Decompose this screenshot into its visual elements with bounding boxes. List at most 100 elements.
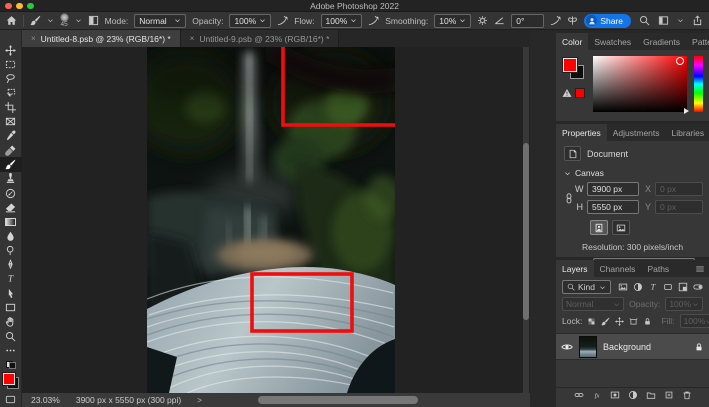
smoothing-input[interactable]: 10% xyxy=(434,14,471,28)
document-properties-row[interactable]: Document xyxy=(564,146,701,161)
tab-swatches[interactable]: Swatches xyxy=(588,33,637,50)
pressure-size-icon[interactable] xyxy=(550,15,561,26)
marquee-tool[interactable] xyxy=(0,57,22,71)
edit-toolbar-button[interactable] xyxy=(0,343,22,357)
brush-angle-input[interactable]: 0° xyxy=(511,14,544,28)
brush-settings-panel-toggle-icon[interactable] xyxy=(88,15,99,26)
filter-pixel-icon[interactable] xyxy=(618,282,628,292)
layer-visibility-eye-icon[interactable] xyxy=(561,341,573,353)
pressure-opacity-icon[interactable] xyxy=(277,15,288,26)
layer-name[interactable]: Background xyxy=(603,342,688,352)
pen-tool[interactable] xyxy=(0,257,22,271)
share-button[interactable]: Share xyxy=(584,14,631,28)
close-tab-icon[interactable]: × xyxy=(190,34,195,43)
object-selection-tool[interactable] xyxy=(0,86,22,100)
search-icon[interactable] xyxy=(639,15,650,26)
canvas-viewport[interactable] xyxy=(22,47,530,393)
brush-tool[interactable] xyxy=(0,157,22,171)
tab-adjustments[interactable]: Adjustments xyxy=(607,124,666,141)
hand-tool[interactable] xyxy=(0,315,22,329)
document-tab-1[interactable]: ×Untitled-8.psb @ 23% (RGB/16*) * xyxy=(22,30,181,47)
lock-position-icon[interactable] xyxy=(615,317,624,326)
crop-tool[interactable] xyxy=(0,100,22,114)
lock-transparency-icon[interactable] xyxy=(587,317,596,326)
saturation-brightness-picker[interactable] xyxy=(593,56,687,112)
lock-artboard-icon[interactable] xyxy=(629,317,638,326)
chevron-down-icon[interactable] xyxy=(75,17,82,24)
landscape-orientation-button[interactable] xyxy=(612,220,630,235)
home-icon[interactable] xyxy=(6,15,17,26)
lock-pixels-icon[interactable] xyxy=(601,317,610,326)
filter-toggle-icon[interactable] xyxy=(693,282,703,292)
layer-thumbnail[interactable] xyxy=(579,336,597,358)
filter-adjustment-icon[interactable] xyxy=(633,282,643,292)
eraser-tool[interactable] xyxy=(0,200,22,214)
gamut-warning-icon[interactable] xyxy=(562,88,572,98)
link-layers-icon[interactable] xyxy=(574,390,584,400)
lasso-tool[interactable] xyxy=(0,72,22,86)
close-tab-icon[interactable]: × xyxy=(31,34,36,43)
airbrush-icon[interactable] xyxy=(368,15,379,26)
dodge-tool[interactable] xyxy=(0,243,22,257)
layer-filter-select[interactable]: Kind xyxy=(562,280,611,294)
brush-preset-icon[interactable] xyxy=(30,15,41,26)
smoothing-options-gear-icon[interactable] xyxy=(477,15,488,26)
tab-libraries[interactable]: Libraries xyxy=(666,124,709,141)
layer-row-background[interactable]: Background xyxy=(556,334,709,360)
new-group-icon[interactable] xyxy=(646,390,656,400)
move-tool[interactable] xyxy=(0,43,22,57)
tab-layers[interactable]: Layers xyxy=(556,260,594,277)
healing-brush-tool[interactable] xyxy=(0,143,22,157)
delete-layer-icon[interactable] xyxy=(682,390,692,400)
width-field[interactable]: 3900 px xyxy=(587,182,639,196)
horizontal-scrollbar-thumb[interactable] xyxy=(258,396,418,404)
chevron-down-icon[interactable] xyxy=(677,17,684,24)
tab-properties[interactable]: Properties xyxy=(556,124,607,141)
new-adjustment-icon[interactable] xyxy=(628,390,638,400)
tab-patterns[interactable]: Patterns xyxy=(686,33,709,50)
opacity-input[interactable]: 100% xyxy=(229,14,271,28)
workspace-switcher-icon[interactable] xyxy=(658,15,669,26)
layer-style-icon[interactable]: fx xyxy=(592,390,602,400)
blend-mode-select[interactable]: Normal xyxy=(134,14,186,28)
zoom-level-field[interactable]: 23.03% xyxy=(31,395,60,405)
chevron-down-icon[interactable] xyxy=(47,17,54,24)
foreground-color-swatch[interactable] xyxy=(563,58,577,72)
filter-smart-icon[interactable] xyxy=(678,282,688,292)
foreground-background-swatches[interactable] xyxy=(3,373,19,389)
hue-slider[interactable] xyxy=(694,56,703,112)
screen-mode-button[interactable] xyxy=(5,394,16,407)
type-tool[interactable]: T xyxy=(0,272,22,286)
lock-all-icon[interactable] xyxy=(643,317,652,326)
portrait-orientation-button[interactable] xyxy=(590,220,608,235)
zoom-tool[interactable] xyxy=(0,329,22,343)
export-icon[interactable] xyxy=(692,15,703,26)
gamut-warning-swatch[interactable] xyxy=(575,88,585,98)
tab-channels[interactable]: Channels xyxy=(594,260,642,277)
document-canvas[interactable] xyxy=(147,47,395,393)
blur-tool[interactable] xyxy=(0,229,22,243)
height-field[interactable]: 5550 px xyxy=(587,200,639,214)
document-info[interactable]: 3900 px x 5550 px (300 ppi) xyxy=(76,395,181,405)
brush-preset-picker[interactable]: 45 xyxy=(60,13,69,29)
status-options-chevron[interactable]: > xyxy=(197,396,202,405)
panel-menu-icon[interactable] xyxy=(695,260,709,277)
vertical-scrollbar-thumb[interactable] xyxy=(523,143,529,320)
tab-gradients[interactable]: Gradients xyxy=(637,33,686,50)
default-colors-icon[interactable] xyxy=(6,361,16,370)
new-layer-icon[interactable] xyxy=(664,390,674,400)
link-dimensions-icon[interactable] xyxy=(563,192,575,204)
gradient-tool[interactable] xyxy=(0,215,22,229)
document-tab-2[interactable]: ×Untitled-9.psb @ 23% (RGB/16*) * xyxy=(181,30,340,47)
layer-mask-icon[interactable] xyxy=(610,390,620,400)
frame-tool[interactable] xyxy=(0,114,22,128)
filter-type-icon[interactable]: T xyxy=(648,282,658,292)
history-brush-tool[interactable] xyxy=(0,186,22,200)
vertical-scrollbar[interactable] xyxy=(523,47,529,393)
filter-shape-icon[interactable] xyxy=(663,282,673,292)
foreground-color-swatch[interactable] xyxy=(3,373,15,385)
eyedropper-tool[interactable] xyxy=(0,129,22,143)
layer-lock-icon[interactable] xyxy=(694,342,704,352)
tab-color[interactable]: Color xyxy=(556,33,588,50)
color-picker-handle[interactable] xyxy=(676,57,684,65)
